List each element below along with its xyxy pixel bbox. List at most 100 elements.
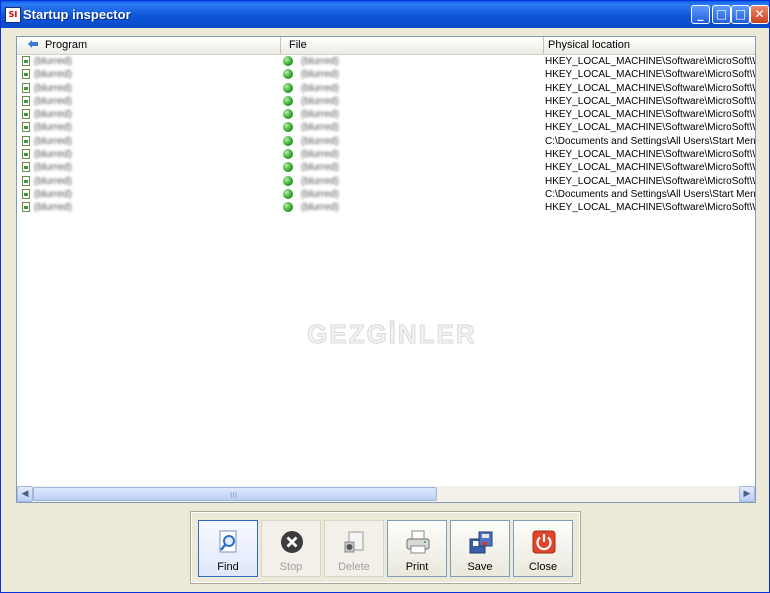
status-ok-icon [283, 202, 293, 213]
watermark: GEZGİNLER [307, 319, 477, 350]
file-path: (blurred) [301, 202, 339, 214]
stop-button[interactable]: Stop [261, 520, 321, 577]
status-ok-icon [283, 82, 293, 93]
column-header-location[interactable]: Physical location [544, 37, 755, 54]
find-icon [219, 530, 237, 553]
table-row[interactable]: (blurred) (blurred) HKEY_LOCAL_MACHINE\S… [17, 201, 755, 214]
status-ok-icon [283, 109, 293, 120]
save-button[interactable]: Save [450, 520, 510, 577]
close-label: Close [528, 561, 558, 573]
location-cell: C:\Documents and Settings\All Users\Star… [545, 135, 755, 147]
find-button[interactable]: Find [198, 520, 258, 577]
print-label: Print [405, 561, 429, 573]
program-cell: (blurred) [21, 82, 279, 95]
program-name: (blurred) [34, 162, 72, 174]
table-row[interactable]: (blurred) (blurred) HKEY_LOCAL_MACHINE\S… [17, 68, 755, 81]
file-cell: (blurred) [282, 121, 544, 134]
program-name: (blurred) [34, 109, 72, 121]
program-name: (blurred) [34, 175, 72, 187]
column-header-program[interactable]: Program [17, 37, 281, 54]
close-window-button[interactable]: ✕ [750, 5, 769, 24]
location-cell: C:\Documents and Settings\All Users\Star… [545, 188, 755, 200]
location-cell: HKEY_LOCAL_MACHINE\Software\MicroSoft\Wi… [545, 56, 755, 67]
status-ok-icon [283, 175, 293, 186]
program-file-icon [22, 149, 30, 160]
minimize-button[interactable]: □ [712, 5, 731, 24]
scroll-left-button[interactable]: ◀ [17, 486, 33, 502]
maximize-button[interactable]: □ [731, 5, 750, 24]
status-ok-icon [283, 95, 293, 106]
table-row[interactable]: (blurred) (blurred) HKEY_LOCAL_MACHINE\S… [17, 175, 755, 188]
program-name: (blurred) [34, 95, 72, 107]
grip-icon: III [230, 491, 238, 500]
horizontal-scrollbar[interactable]: ◀ III ▶ [17, 486, 755, 502]
table-row[interactable]: (blurred) (blurred) HKEY_LOCAL_MACHINE\S… [17, 148, 755, 161]
file-path: (blurred) [301, 135, 339, 147]
help-button[interactable]: _ [691, 5, 710, 24]
table-row[interactable]: (blurred) (blurred) HKEY_LOCAL_MACHINE\S… [17, 55, 755, 68]
print-button[interactable]: Print [387, 520, 447, 577]
file-cell: (blurred) [282, 175, 544, 188]
program-file-icon [22, 109, 30, 120]
file-cell: (blurred) [282, 148, 544, 161]
program-name: (blurred) [34, 82, 72, 94]
title-bar[interactable]: SI Startup inspector _ □ □ ✕ [1, 1, 769, 28]
program-name: (blurred) [34, 122, 72, 134]
stop-icon [281, 531, 303, 553]
file-path: (blurred) [301, 109, 339, 121]
program-file-icon [22, 175, 30, 186]
program-cell: (blurred) [21, 108, 279, 121]
column-label: File [289, 39, 307, 51]
save-label: Save [467, 561, 493, 573]
location-cell: HKEY_LOCAL_MACHINE\Software\MicroSoft\Wi… [545, 162, 755, 174]
extra-icon: _ [697, 7, 704, 21]
file-path: (blurred) [301, 162, 339, 174]
table-row[interactable]: (blurred) (blurred) C:\Documents and Set… [17, 188, 755, 201]
column-header-file[interactable]: File [281, 37, 544, 54]
find-label: Find [217, 561, 239, 573]
table-row[interactable]: (blurred) (blurred) HKEY_LOCAL_MACHINE\S… [17, 95, 755, 108]
printer-icon [406, 530, 430, 554]
program-name: (blurred) [34, 135, 72, 147]
file-path: (blurred) [301, 188, 339, 200]
table-row[interactable]: (blurred) (blurred) HKEY_LOCAL_MACHINE\S… [17, 108, 755, 121]
location-cell: HKEY_LOCAL_MACHINE\Software\MicroSoft\Wi… [545, 109, 755, 121]
scroll-right-button[interactable]: ▶ [739, 486, 755, 502]
status-ok-icon [283, 122, 293, 133]
delete-button[interactable]: Delete [324, 520, 384, 577]
file-path: (blurred) [301, 56, 339, 67]
scroll-thumb[interactable]: III [33, 487, 437, 501]
location-cell: HKEY_LOCAL_MACHINE\Software\MicroSoft\Wi… [545, 95, 755, 107]
status-ok-icon [283, 162, 293, 173]
file-cell: (blurred) [282, 108, 544, 121]
status-ok-icon [283, 56, 293, 66]
scroll-right-icon: ▶ [743, 489, 751, 499]
program-name: (blurred) [34, 56, 72, 67]
table-row[interactable]: (blurred) (blurred) HKEY_LOCAL_MACHINE\S… [17, 82, 755, 95]
program-name: (blurred) [34, 202, 72, 214]
column-label: Physical location [548, 39, 630, 51]
table-row[interactable]: (blurred) (blurred) HKEY_LOCAL_MACHINE\S… [17, 161, 755, 174]
file-cell: (blurred) [282, 82, 544, 95]
program-file-icon [22, 122, 30, 133]
table-row[interactable]: (blurred) (blurred) HKEY_LOCAL_MACHINE\S… [17, 121, 755, 134]
location-cell: HKEY_LOCAL_MACHINE\Software\MicroSoft\Wi… [545, 202, 755, 214]
location-cell: HKEY_LOCAL_MACHINE\Software\MicroSoft\Wi… [545, 69, 755, 81]
file-path: (blurred) [301, 82, 339, 94]
program-cell: (blurred) [21, 161, 279, 174]
list-header: Program File Physical location [17, 37, 755, 55]
location-cell: HKEY_LOCAL_MACHINE\Software\MicroSoft\Wi… [545, 82, 755, 94]
status-ok-icon [283, 69, 293, 80]
file-cell: (blurred) [282, 95, 544, 108]
stop-label: Stop [279, 561, 303, 573]
list-rows: (blurred) (blurred) HKEY_LOCAL_MACHINE\S… [17, 55, 755, 215]
app-icon[interactable]: SI [5, 7, 21, 23]
power-icon [532, 530, 556, 554]
save-icon [469, 531, 493, 554]
program-name: (blurred) [34, 188, 72, 200]
startup-list[interactable]: Program File Physical location (blurred)… [16, 36, 756, 503]
table-row[interactable]: (blurred) (blurred) C:\Documents and Set… [17, 135, 755, 148]
close-button[interactable]: Close [513, 520, 573, 577]
program-cell: (blurred) [21, 55, 279, 68]
file-path: (blurred) [301, 122, 339, 134]
